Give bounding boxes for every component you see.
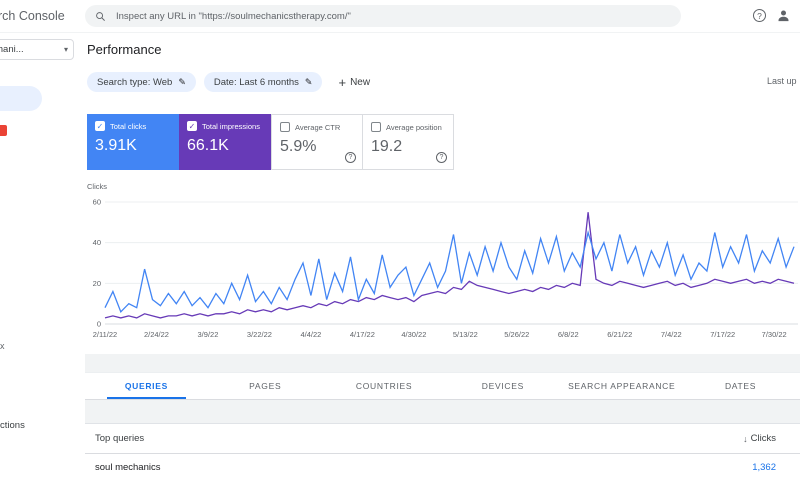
total-impressions-value: 66.1K: [187, 137, 229, 154]
clicks-cell: 1,362: [752, 462, 776, 473]
search-type-filter-label: Search type: Web: [97, 76, 173, 88]
svg-text:5/13/22: 5/13/22: [453, 330, 478, 339]
svg-text:4/17/22: 4/17/22: [350, 330, 375, 339]
svg-text:0: 0: [97, 320, 101, 329]
sort-descending-icon: ↓: [743, 433, 748, 444]
last-updated-text: Last up: [767, 76, 797, 86]
search-type-filter-chip[interactable]: Search type: Web ✎: [87, 72, 196, 92]
help-icon[interactable]: ?: [753, 9, 766, 22]
checkbox-unchecked-icon[interactable]: [371, 122, 381, 132]
edit-pencil-icon[interactable]: ✎: [305, 77, 313, 88]
chevron-down-icon: ▾: [63, 45, 68, 54]
total-clicks-value: 3.91K: [95, 137, 137, 154]
new-filter-label: New: [350, 76, 371, 88]
average-position-card[interactable]: Average position 19.2 ?: [362, 114, 454, 170]
clicks-column-header[interactable]: ↓ Clicks: [743, 433, 776, 444]
page-title: Performance: [87, 42, 162, 57]
svg-text:3/9/22: 3/9/22: [198, 330, 219, 339]
sidebar-active-item[interactable]: [0, 86, 42, 111]
table-row[interactable]: soul mechanics 1,362: [85, 454, 800, 480]
average-ctr-card[interactable]: Average CTR 5.9% ?: [271, 114, 363, 170]
user-settings-icon[interactable]: [776, 8, 791, 23]
clicks-column-label: Clicks: [750, 433, 776, 444]
queries-table: Top queries ↓ Clicks soul mechanics 1,36…: [85, 423, 800, 480]
query-cell: soul mechanics: [95, 462, 161, 473]
sidebar-alert-icon: [0, 125, 7, 136]
filter-chips-row: Search type: Web ✎ Date: Last 6 months ✎…: [87, 72, 370, 92]
app-logo-text: rch Console: [0, 9, 65, 23]
tab-queries[interactable]: QUERIES: [87, 373, 206, 399]
property-selector-label: chani...: [0, 44, 24, 55]
svg-text:3/22/22: 3/22/22: [247, 330, 272, 339]
main-content: Performance Search type: Web ✎ Date: Las…: [85, 32, 800, 480]
plus-icon: +: [338, 74, 347, 90]
svg-text:7/30/22: 7/30/22: [762, 330, 787, 339]
table-header-row: Top queries ↓ Clicks: [85, 424, 800, 454]
new-filter-button[interactable]: + New: [338, 75, 370, 90]
svg-text:2/11/22: 2/11/22: [93, 330, 117, 339]
top-bar: rch Console ?: [0, 0, 800, 33]
checkbox-checked-icon[interactable]: ✓: [95, 121, 105, 131]
date-filter-label: Date: Last 6 months: [213, 76, 299, 88]
svg-text:7/4/22: 7/4/22: [661, 330, 682, 339]
svg-text:5/26/22: 5/26/22: [504, 330, 529, 339]
svg-text:60: 60: [93, 198, 101, 207]
help-icon[interactable]: ?: [436, 152, 447, 163]
tab-search-appearance[interactable]: SEARCH APPEARANCE: [562, 373, 681, 399]
total-impressions-label: Total impressions: [202, 121, 260, 131]
average-position-label: Average position: [386, 122, 442, 132]
average-ctr-label: Average CTR: [295, 122, 341, 132]
metric-cards-row: ✓ Total clicks 3.91K ✓ Total impressions…: [87, 114, 454, 170]
total-impressions-card[interactable]: ✓ Total impressions 66.1K: [179, 114, 271, 170]
svg-text:7/17/22: 7/17/22: [710, 330, 735, 339]
help-icon[interactable]: ?: [345, 152, 356, 163]
svg-text:6/8/22: 6/8/22: [558, 330, 579, 339]
property-selector[interactable]: chani... ▾: [0, 39, 74, 60]
checkbox-checked-icon[interactable]: ✓: [187, 121, 197, 131]
search-console-app: rch Console ? chani... ▾ x ctions Perfor…: [0, 0, 800, 480]
date-filter-chip[interactable]: Date: Last 6 months ✎: [203, 72, 323, 92]
tab-dates[interactable]: DATES: [681, 373, 800, 399]
svg-text:40: 40: [93, 238, 101, 247]
sidebar-item-index[interactable]: x: [0, 341, 5, 351]
svg-text:6/21/22: 6/21/22: [607, 330, 632, 339]
url-inspect-input[interactable]: [114, 9, 671, 23]
total-clicks-label: Total clicks: [110, 121, 147, 131]
svg-text:4/30/22: 4/30/22: [401, 330, 426, 339]
total-clicks-card[interactable]: ✓ Total clicks 3.91K: [87, 114, 179, 170]
tab-countries[interactable]: COUNTRIES: [325, 373, 444, 399]
svg-text:20: 20: [93, 279, 101, 288]
svg-text:4/4/22: 4/4/22: [300, 330, 321, 339]
svg-text:2/24/22: 2/24/22: [144, 330, 169, 339]
sidebar-item-actions[interactable]: ctions: [0, 420, 25, 431]
checkbox-unchecked-icon[interactable]: [280, 122, 290, 132]
edit-pencil-icon[interactable]: ✎: [178, 77, 186, 88]
url-inspect-searchbar[interactable]: [85, 5, 681, 27]
search-icon: [95, 11, 106, 22]
dimension-tabs: QUERIES PAGES COUNTRIES DEVICES SEARCH A…: [85, 372, 800, 400]
performance-line-chart: 0 20 40 60 Clicks 2/11/22 2/24/22 3/9/22 3/22/22…: [85, 180, 800, 345]
top-queries-header: Top queries: [95, 433, 145, 444]
tab-pages[interactable]: PAGES: [206, 373, 325, 399]
tab-devices[interactable]: DEVICES: [443, 373, 562, 399]
sidebar: chani... ▾ x ctions: [0, 32, 85, 480]
svg-text:Clicks: Clicks: [87, 182, 107, 191]
